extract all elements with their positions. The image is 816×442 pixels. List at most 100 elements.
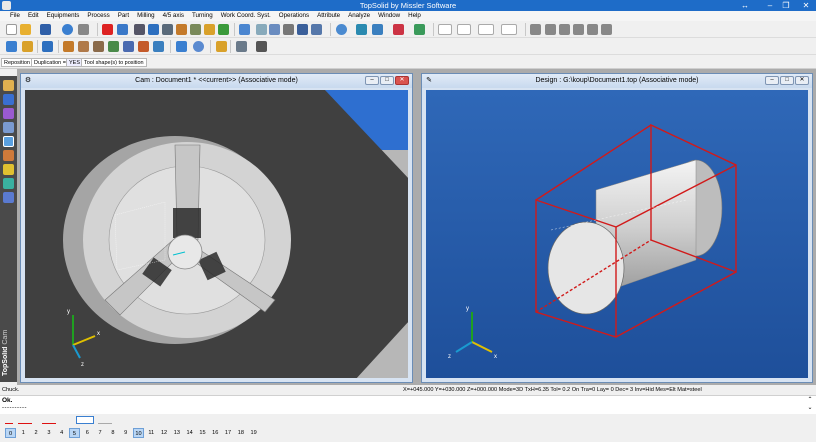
view-3-icon[interactable]	[559, 24, 570, 35]
menu-work-coord-syst[interactable]: Work Coord. Syst.	[217, 11, 275, 21]
layer-12[interactable]: 12	[159, 428, 170, 438]
users-icon[interactable]	[3, 192, 14, 203]
tool-icon[interactable]	[134, 24, 145, 35]
red-short-line-swatch[interactable]	[5, 416, 13, 424]
zoom-icon[interactable]	[336, 24, 347, 35]
layer-3[interactable]: 3	[43, 428, 54, 438]
operation-7-icon[interactable]	[153, 41, 164, 52]
scroll-up-icon[interactable]: ⌃	[806, 396, 814, 404]
design-window[interactable]: ✎ Design : G:\koup\Document1.top (Associ…	[421, 73, 813, 383]
menu-4-5-axis[interactable]: 4/5 axis	[159, 11, 188, 21]
design-viewport[interactable]: y x z	[426, 90, 808, 378]
view-5-icon[interactable]	[587, 24, 598, 35]
attribute-icon[interactable]	[176, 24, 187, 35]
menu-window[interactable]: Window	[374, 11, 404, 21]
menu-equipments[interactable]: Equipments	[43, 11, 84, 21]
view-6-icon[interactable]	[601, 24, 612, 35]
draft-icon[interactable]	[3, 150, 14, 161]
zoom-box-icon[interactable]	[356, 24, 367, 35]
reposition-button[interactable]: Reposition	[1, 58, 33, 67]
stock-icon[interactable]	[42, 41, 53, 52]
menu-turning[interactable]: Turning	[188, 11, 217, 21]
document-icon[interactable]	[216, 41, 227, 52]
layer-18[interactable]: 18	[235, 428, 246, 438]
layer-5[interactable]: 5	[68, 428, 80, 438]
holder-icon[interactable]	[162, 24, 173, 35]
delete-icon[interactable]	[102, 24, 113, 35]
hook-icon[interactable]	[297, 24, 308, 35]
layer-13[interactable]: 13	[171, 428, 182, 438]
layer-11[interactable]: 11	[146, 428, 157, 438]
red-line-swatch[interactable]	[18, 416, 32, 424]
command-area[interactable]: Ok. ---------- ⌃ ⌄	[0, 395, 816, 414]
view-4-icon[interactable]	[573, 24, 584, 35]
undo-icon[interactable]	[117, 24, 128, 35]
wire-icon[interactable]	[3, 164, 14, 175]
measure-icon[interactable]	[190, 24, 201, 35]
view-1-icon[interactable]	[530, 24, 541, 35]
layer-17[interactable]: 17	[223, 428, 234, 438]
hatch-icon[interactable]	[283, 24, 294, 35]
layer-0[interactable]: 0	[5, 428, 16, 438]
nc-file-icon[interactable]	[256, 41, 267, 52]
design-maximize-button[interactable]: □	[780, 76, 794, 85]
layer-14[interactable]: 14	[184, 428, 195, 438]
restore-icon[interactable]: ↔	[735, 0, 755, 11]
cube-icon[interactable]	[3, 94, 14, 105]
render-icon[interactable]	[414, 24, 425, 35]
print-icon[interactable]	[78, 24, 89, 35]
cam-icon[interactable]	[3, 136, 14, 147]
menu-part[interactable]: Part	[114, 11, 133, 21]
mold-icon[interactable]	[3, 178, 14, 189]
menu-analyze[interactable]: Analyze	[344, 11, 374, 21]
menu-help[interactable]: Help	[404, 11, 425, 21]
operation-5-icon[interactable]	[123, 41, 134, 52]
tool-shape-position-button[interactable]: Tool shape(s) to position	[81, 58, 147, 67]
scroll-down-icon[interactable]: ⌄	[806, 404, 814, 412]
layer-16[interactable]: 16	[210, 428, 221, 438]
cam-close-button[interactable]: ✕	[395, 76, 409, 85]
check-icon[interactable]	[218, 24, 229, 35]
menu-milling[interactable]: Milling	[133, 11, 159, 21]
shape-icon[interactable]	[3, 108, 14, 119]
layer-6[interactable]: 6	[82, 428, 93, 438]
line-width-icon[interactable]	[478, 24, 494, 35]
view-2-icon[interactable]	[545, 24, 556, 35]
target-icon[interactable]	[193, 41, 204, 52]
layer-8[interactable]: 8	[107, 428, 118, 438]
cross-icon[interactable]	[269, 24, 280, 35]
layer-2[interactable]: 2	[31, 428, 42, 438]
menu-operations[interactable]: Operations	[275, 11, 313, 21]
cam-minimize-button[interactable]: –	[365, 76, 379, 85]
operation-1-icon[interactable]	[63, 41, 74, 52]
layer-15[interactable]: 15	[197, 428, 208, 438]
cam-maximize-button[interactable]: □	[380, 76, 394, 85]
design-close-button[interactable]: ✕	[795, 76, 809, 85]
layer-9[interactable]: 9	[120, 428, 131, 438]
layer-4[interactable]: 4	[56, 428, 67, 438]
close-button[interactable]: ✕	[796, 0, 816, 11]
maximize-button[interactable]: ❐	[776, 0, 796, 11]
red-long-line-swatch[interactable]	[42, 416, 56, 424]
flag-icon[interactable]	[22, 41, 33, 52]
operation-2-icon[interactable]	[78, 41, 89, 52]
assembly-icon[interactable]	[3, 122, 14, 133]
report-icon[interactable]	[236, 41, 247, 52]
select-icon[interactable]	[239, 24, 250, 35]
layer-19[interactable]: 19	[248, 428, 259, 438]
operation-6-icon[interactable]	[138, 41, 149, 52]
menu-process[interactable]: Process	[83, 11, 113, 21]
cycle-icon[interactable]	[372, 24, 383, 35]
sketch-icon[interactable]	[3, 80, 14, 91]
menu-file[interactable]: File	[6, 11, 24, 21]
layer-10[interactable]: 10	[132, 428, 144, 438]
cam-window[interactable]: ⚙ Cam : Document1 * <<current>> (Associa…	[20, 73, 413, 383]
save-icon[interactable]	[40, 24, 51, 35]
design-minimize-button[interactable]: –	[765, 76, 779, 85]
settings-icon[interactable]	[204, 24, 215, 35]
cam-viewport[interactable]: y x z	[25, 90, 408, 378]
t-icon[interactable]	[311, 24, 322, 35]
fixture-icon[interactable]	[148, 24, 159, 35]
layer-1[interactable]: 1	[18, 428, 29, 438]
new-file-icon[interactable]	[6, 24, 17, 35]
